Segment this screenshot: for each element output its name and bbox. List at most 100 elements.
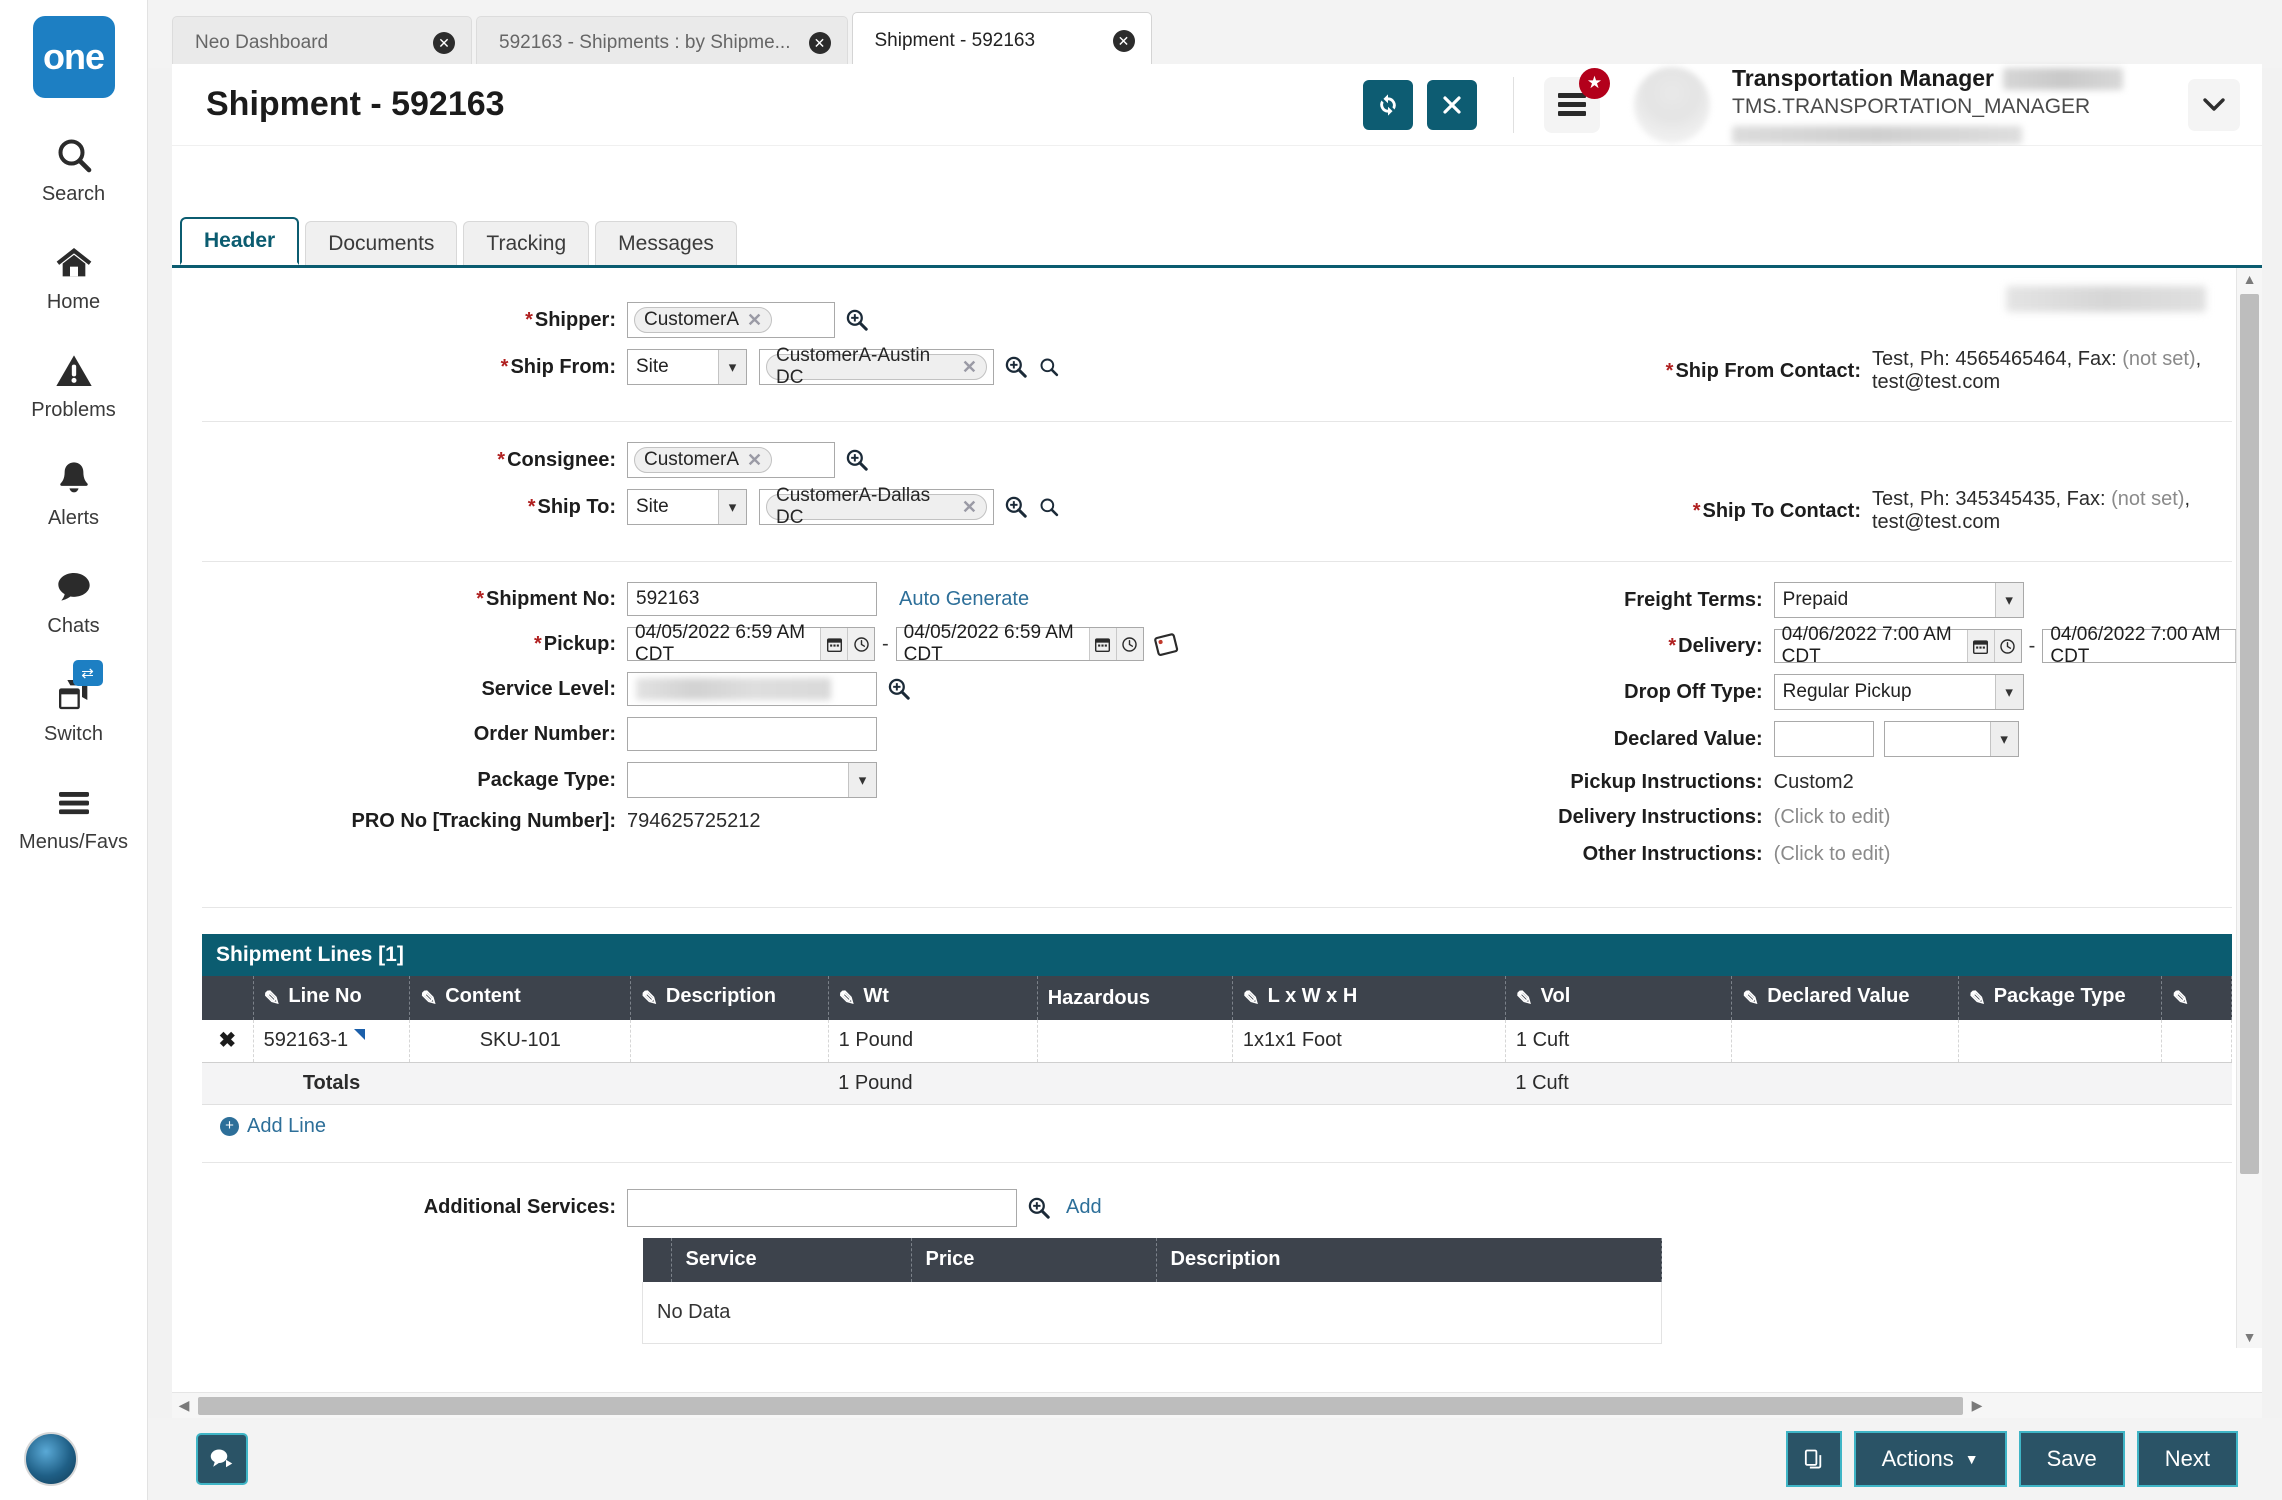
refresh-button[interactable] [1363, 79, 1413, 130]
close-icon[interactable]: ✖ [219, 1029, 237, 1052]
browser-tab-shipments-list[interactable]: 592163 - Shipments : by Shipme... ✕ [476, 16, 848, 68]
col-declared-value[interactable]: ✎ Declared Value [1731, 976, 1959, 1020]
additional-services-lookup-button[interactable] [1026, 1195, 1052, 1221]
additional-services-input[interactable] [627, 1188, 1017, 1227]
sidebar-item-switch[interactable]: ⇄ Switch [0, 660, 148, 746]
close-icon[interactable]: ✕ [433, 31, 455, 54]
header-menu-button[interactable]: ★ [1544, 67, 1610, 133]
clock-icon[interactable] [847, 628, 874, 660]
row-delete-button[interactable]: ✖ [202, 1020, 254, 1063]
ship-from-type-select[interactable]: Site ▾ [627, 349, 747, 385]
col-vol[interactable]: ✎ Vol [1505, 976, 1733, 1020]
delivery-to-input[interactable]: 04/06/2022 7:00 AM CDT [2042, 624, 2262, 667]
declared-value-input[interactable] [1773, 721, 1874, 757]
other-instructions-value[interactable]: (Click to edit) [1774, 843, 1891, 866]
ship-to-lookup-button[interactable] [1003, 494, 1029, 520]
remove-chip-icon[interactable]: ✕ [747, 310, 762, 331]
services-col-description[interactable]: Description [1156, 1237, 1662, 1282]
drop-off-type-select[interactable]: Regular Pickup ▾ [1773, 674, 2024, 710]
col-hazardous[interactable]: Hazardous [1037, 976, 1233, 1020]
col-content[interactable]: ✎ Content [409, 976, 632, 1020]
freight-terms-select[interactable]: Prepaid ▾ [1773, 582, 2024, 618]
horizontal-scroll-thumb[interactable] [198, 1396, 1963, 1415]
browser-tab-neo-dashboard[interactable]: Neo Dashboard ✕ [172, 16, 472, 68]
col-wt[interactable]: ✎ Wt [828, 976, 1038, 1020]
delivery-from-input[interactable]: 04/06/2022 7:00 AM CDT [1773, 624, 2022, 667]
pickup-to-input[interactable]: 04/05/2022 6:59 AM CDT [895, 622, 1144, 665]
close-icon[interactable]: ✕ [808, 31, 831, 54]
auto-generate-link[interactable]: Auto Generate [899, 588, 1029, 611]
package-type-select[interactable]: ▾ [627, 762, 877, 798]
sidebar-globe-avatar[interactable] [24, 1432, 78, 1486]
scroll-down-icon[interactable]: ▼ [2237, 1326, 2262, 1348]
remove-chip-icon[interactable]: ✕ [747, 450, 762, 471]
clock-icon[interactable] [1115, 628, 1143, 660]
pickup-calendar-picker-icon[interactable] [1153, 631, 1179, 657]
table-row[interactable]: ✖ 592163-1 SKU-101 1 Pound 1x1x1 Foot 1 … [202, 1020, 2232, 1063]
calendar-icon[interactable] [1088, 628, 1116, 660]
copy-button[interactable] [1785, 1431, 1842, 1487]
actions-button[interactable]: Actions ▼ [1853, 1431, 2007, 1487]
vertical-scroll-thumb[interactable] [2240, 294, 2259, 1174]
add-service-link[interactable]: Add [1066, 1196, 1102, 1219]
col-line-no[interactable]: ✎ Line No [253, 976, 411, 1020]
declared-value-currency-select[interactable]: ▾ [1883, 721, 2019, 757]
tab-messages[interactable]: Messages [595, 221, 737, 265]
sidebar-item-menus-favs[interactable]: Menus/Favs [0, 780, 148, 854]
sidebar-item-problems[interactable]: Problems [0, 348, 148, 422]
pickup-from-input[interactable]: 04/05/2022 6:59 AM CDT [627, 622, 875, 665]
col-lwh[interactable]: ✎ L x W x H [1232, 976, 1506, 1020]
ship-to-type-select[interactable]: Site ▾ [627, 489, 747, 525]
service-level-input[interactable] [627, 672, 877, 706]
col-more[interactable]: ✎ [2161, 976, 2232, 1020]
clock-icon[interactable] [1993, 630, 2021, 662]
shipper-chip[interactable]: CustomerA ✕ [634, 307, 773, 333]
delivery-instructions-value[interactable]: (Click to edit) [1774, 806, 1891, 829]
shipment-no-input[interactable]: 592163 [627, 582, 877, 616]
consignee-lookup-button[interactable] [844, 447, 870, 473]
scroll-up-icon[interactable]: ▲ [2237, 268, 2262, 290]
calendar-icon[interactable] [820, 628, 847, 660]
sidebar-item-chats[interactable]: Chats [0, 564, 148, 638]
horizontal-scrollbar[interactable]: ◀ ▶ [172, 1392, 2262, 1418]
tab-documents[interactable]: Documents [305, 221, 458, 265]
services-col-price[interactable]: Price [911, 1237, 1157, 1282]
browser-tab-shipment-592163[interactable]: Shipment - 592163 ✕ [851, 12, 1152, 70]
col-package-type[interactable]: ✎ Package Type [1958, 976, 2163, 1020]
remove-chip-icon[interactable]: ✕ [962, 357, 977, 378]
ship-from-search-button[interactable] [1038, 356, 1060, 378]
consignee-chip[interactable]: CustomerA ✕ [634, 447, 773, 473]
col-description[interactable]: ✎ Description [630, 976, 829, 1020]
sidebar-item-search[interactable]: Search [0, 132, 148, 206]
chat-launcher-button[interactable] [196, 1433, 248, 1485]
shipper-input[interactable]: CustomerA ✕ [627, 302, 835, 338]
order-number-input[interactable] [627, 717, 877, 751]
ship-to-search-button[interactable] [1038, 496, 1060, 518]
totals-spacer [1731, 1062, 1959, 1105]
ship-to-site-input[interactable]: CustomerA-Dallas DC ✕ [759, 485, 994, 528]
sidebar-item-home[interactable]: Home [0, 240, 148, 314]
services-col-service[interactable]: Service [671, 1237, 912, 1282]
ship-to-chip[interactable]: CustomerA-Dallas DC ✕ [766, 485, 987, 528]
shipper-lookup-button[interactable] [844, 307, 870, 333]
close-window-button[interactable] [1427, 79, 1477, 130]
tab-header[interactable]: Header [180, 217, 300, 265]
save-button[interactable]: Save [2018, 1431, 2125, 1487]
sidebar-item-alerts[interactable]: Alerts [0, 456, 148, 530]
consignee-input[interactable]: CustomerA ✕ [627, 442, 835, 478]
scroll-left-icon[interactable]: ◀ [172, 1397, 196, 1414]
ship-from-site-input[interactable]: CustomerA-Austin DC ✕ [759, 345, 994, 388]
ship-from-chip[interactable]: CustomerA-Austin DC ✕ [766, 345, 987, 388]
calendar-icon[interactable] [1966, 630, 1994, 662]
scroll-right-icon[interactable]: ▶ [1965, 1397, 1989, 1414]
remove-chip-icon[interactable]: ✕ [962, 497, 977, 518]
close-icon[interactable]: ✕ [1112, 29, 1135, 52]
service-level-lookup-button[interactable] [886, 676, 912, 702]
vertical-scrollbar[interactable]: ▲ ▼ [2236, 268, 2262, 1348]
add-line-button[interactable]: + Add Line [202, 1115, 2232, 1138]
next-button[interactable]: Next [2136, 1431, 2238, 1487]
user-menu-button[interactable] [2188, 78, 2240, 131]
tab-tracking[interactable]: Tracking [463, 221, 590, 265]
ship-from-lookup-button[interactable] [1003, 354, 1029, 380]
table-totals-row: Totals 1 Pound 1 Cuft [202, 1062, 2232, 1105]
